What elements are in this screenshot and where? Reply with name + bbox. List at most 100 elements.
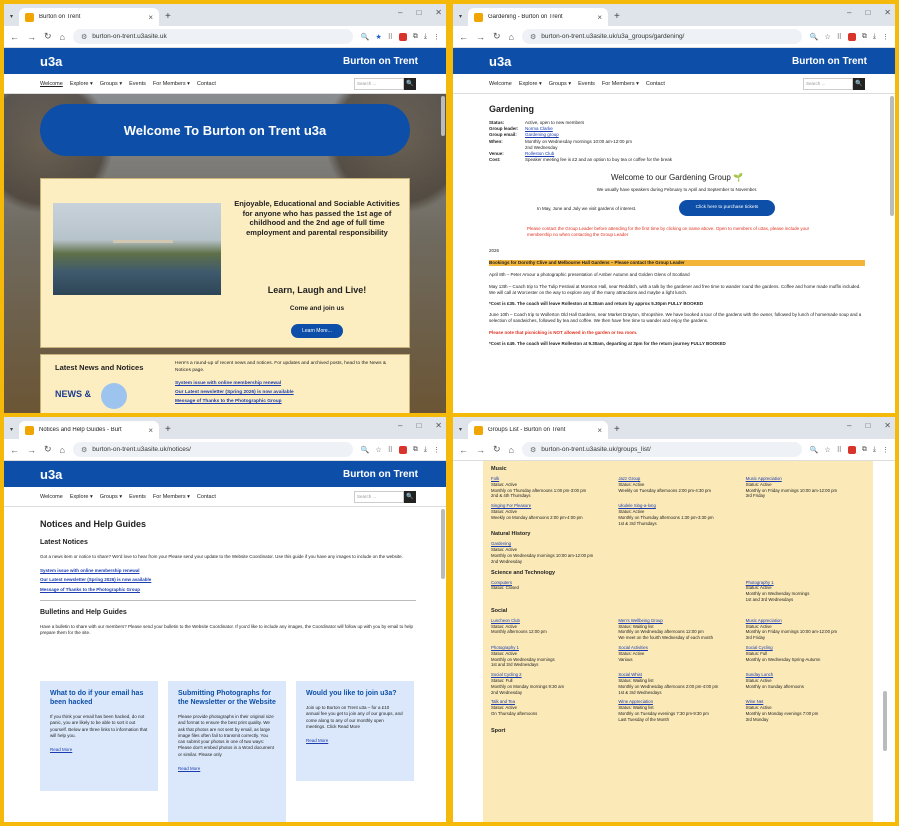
nav-contact[interactable]: Contact bbox=[197, 494, 216, 500]
close-window-icon[interactable]: ✕ bbox=[435, 421, 442, 430]
minimize-icon[interactable]: – bbox=[398, 421, 402, 430]
menu-icon[interactable]: ⋮ bbox=[433, 446, 440, 454]
browser-tab[interactable]: Groups List - Burton on Trent × bbox=[468, 421, 609, 439]
maximize-icon[interactable]: □ bbox=[416, 8, 421, 17]
site-info-icon[interactable]: ⚙ bbox=[81, 446, 87, 454]
extension-icon[interactable] bbox=[398, 32, 407, 41]
nav-groups[interactable]: Groups ▾ bbox=[100, 81, 122, 87]
search-button[interactable]: 🔍 bbox=[404, 78, 416, 90]
search-button[interactable]: 🔍 bbox=[853, 78, 865, 90]
download-icon[interactable]: ⤓ bbox=[873, 33, 876, 41]
read-more-link[interactable]: Read More bbox=[50, 747, 148, 752]
puzzle-icon[interactable]: ⧉ bbox=[862, 446, 867, 454]
notice-link[interactable]: Our Latest newsletter (Spring 2026) is n… bbox=[40, 577, 416, 583]
read-more-link[interactable]: Read More bbox=[306, 738, 404, 743]
notice-link[interactable]: Message of Thanks to the Photographic Gr… bbox=[40, 587, 416, 593]
tab-search-icon[interactable]: ▾ bbox=[10, 426, 13, 433]
search-input[interactable]: Search ... bbox=[803, 78, 853, 90]
reload-icon[interactable]: ↻ bbox=[493, 31, 501, 42]
news-link[interactable]: Message of Thanks to the Photographic Gr… bbox=[175, 399, 282, 404]
nav-welcome[interactable]: Welcome bbox=[40, 494, 63, 500]
learn-more-button[interactable]: Learn More... bbox=[291, 324, 343, 338]
close-window-icon[interactable]: ✕ bbox=[435, 8, 442, 17]
menu-icon[interactable]: ⋮ bbox=[882, 446, 889, 454]
forward-icon[interactable]: → bbox=[476, 32, 485, 42]
new-tab-icon[interactable]: + bbox=[614, 424, 620, 435]
nav-groups[interactable]: Groups ▾ bbox=[549, 81, 571, 87]
purchase-tickets-button[interactable]: Click here to purchase tickets bbox=[679, 199, 775, 216]
bookmark-star-icon[interactable]: ☆ bbox=[824, 33, 830, 41]
nav-welcome[interactable]: Welcome bbox=[40, 81, 63, 87]
u3a-logo[interactable]: u3a bbox=[489, 54, 511, 69]
extension-grid-icon[interactable]: ⠿ bbox=[388, 33, 393, 41]
bookmark-star-icon[interactable]: ★ bbox=[375, 33, 381, 41]
download-icon[interactable]: ⤓ bbox=[873, 446, 876, 454]
nav-events[interactable]: Events bbox=[129, 494, 146, 500]
maximize-icon[interactable]: □ bbox=[865, 8, 870, 17]
home-icon[interactable]: ⌂ bbox=[60, 445, 65, 455]
bookmark-star-icon[interactable]: ☆ bbox=[375, 446, 381, 454]
browser-tab[interactable]: Burton on Trent × bbox=[19, 8, 160, 26]
news-link[interactable]: System issue with online membership rene… bbox=[175, 381, 281, 386]
tab-search-icon[interactable]: ▾ bbox=[10, 13, 13, 20]
home-icon[interactable]: ⌂ bbox=[509, 32, 514, 42]
site-info-icon[interactable]: ⚙ bbox=[530, 33, 536, 41]
nav-groups[interactable]: Groups ▾ bbox=[100, 494, 122, 500]
bookmark-star-icon[interactable]: ☆ bbox=[824, 446, 830, 454]
news-link[interactable]: Our Latest newsletter (Spring 2026) is n… bbox=[175, 390, 294, 395]
browser-tab[interactable]: Notices and Help Guides - Burt × bbox=[19, 421, 160, 439]
minimize-icon[interactable]: – bbox=[398, 8, 402, 17]
back-icon[interactable]: ← bbox=[10, 32, 19, 42]
close-tab-icon[interactable]: × bbox=[148, 426, 153, 435]
extension-icon[interactable] bbox=[847, 445, 856, 454]
tab-search-icon[interactable]: ▾ bbox=[459, 13, 462, 20]
minimize-icon[interactable]: – bbox=[847, 8, 851, 17]
close-tab-icon[interactable]: × bbox=[148, 13, 153, 22]
nav-events[interactable]: Events bbox=[578, 81, 595, 87]
minimize-icon[interactable]: – bbox=[847, 421, 851, 430]
nav-contact[interactable]: Contact bbox=[646, 81, 665, 87]
download-icon[interactable]: ⤓ bbox=[424, 446, 427, 454]
new-tab-icon[interactable]: + bbox=[614, 11, 620, 22]
back-icon[interactable]: ← bbox=[459, 32, 468, 42]
reload-icon[interactable]: ↻ bbox=[44, 444, 52, 455]
extension-grid-icon[interactable]: ⠿ bbox=[837, 446, 842, 454]
site-info-icon[interactable]: ⚙ bbox=[530, 446, 536, 454]
address-bar[interactable]: ⚙ burton-on-trent.u3asite.uk/groups_list… bbox=[521, 442, 802, 457]
maximize-icon[interactable]: □ bbox=[416, 421, 421, 430]
nav-explore[interactable]: Explore ▾ bbox=[70, 494, 93, 500]
close-tab-icon[interactable]: × bbox=[597, 426, 602, 435]
zoom-icon[interactable]: 🔍 bbox=[361, 33, 370, 41]
site-info-icon[interactable]: ⚙ bbox=[81, 33, 87, 41]
nav-contact[interactable]: Contact bbox=[197, 81, 216, 87]
notice-link[interactable]: System issue with online membership rene… bbox=[40, 568, 416, 574]
extension-icon[interactable] bbox=[847, 32, 856, 41]
close-window-icon[interactable]: ✕ bbox=[884, 421, 891, 430]
close-window-icon[interactable]: ✕ bbox=[884, 8, 891, 17]
back-icon[interactable]: ← bbox=[459, 445, 468, 455]
zoom-icon[interactable]: 🔍 bbox=[810, 446, 819, 454]
nav-events[interactable]: Events bbox=[129, 81, 146, 87]
extension-grid-icon[interactable]: ⠿ bbox=[388, 446, 393, 454]
puzzle-icon[interactable]: ⧉ bbox=[862, 33, 867, 41]
nav-for-members[interactable]: For Members ▾ bbox=[602, 81, 639, 87]
home-icon[interactable]: ⌂ bbox=[60, 32, 65, 42]
puzzle-icon[interactable]: ⧉ bbox=[413, 446, 418, 454]
forward-icon[interactable]: → bbox=[476, 445, 485, 455]
scrollbar-thumb[interactable] bbox=[441, 509, 445, 579]
maximize-icon[interactable]: □ bbox=[865, 421, 870, 430]
menu-icon[interactable]: ⋮ bbox=[882, 33, 889, 41]
address-bar[interactable]: ⚙ burton-on-trent.u3asite.uk/u3a_groups/… bbox=[521, 29, 802, 44]
tab-search-icon[interactable]: ▾ bbox=[459, 426, 462, 433]
address-bar[interactable]: ⚙ burton-on-trent.u3asite.uk bbox=[72, 29, 353, 44]
read-more-link[interactable]: Read More bbox=[178, 766, 276, 771]
extension-icon[interactable] bbox=[398, 445, 407, 454]
new-tab-icon[interactable]: + bbox=[165, 424, 171, 435]
browser-tab[interactable]: Gardening - Burton on Trent × bbox=[468, 8, 609, 26]
close-tab-icon[interactable]: × bbox=[597, 13, 602, 22]
address-bar[interactable]: ⚙ burton-on-trent.u3asite.uk/notices/ bbox=[72, 442, 353, 457]
zoom-icon[interactable]: 🔍 bbox=[361, 446, 370, 454]
reload-icon[interactable]: ↻ bbox=[44, 31, 52, 42]
nav-welcome[interactable]: Welcome bbox=[489, 81, 512, 87]
forward-icon[interactable]: → bbox=[27, 32, 36, 42]
